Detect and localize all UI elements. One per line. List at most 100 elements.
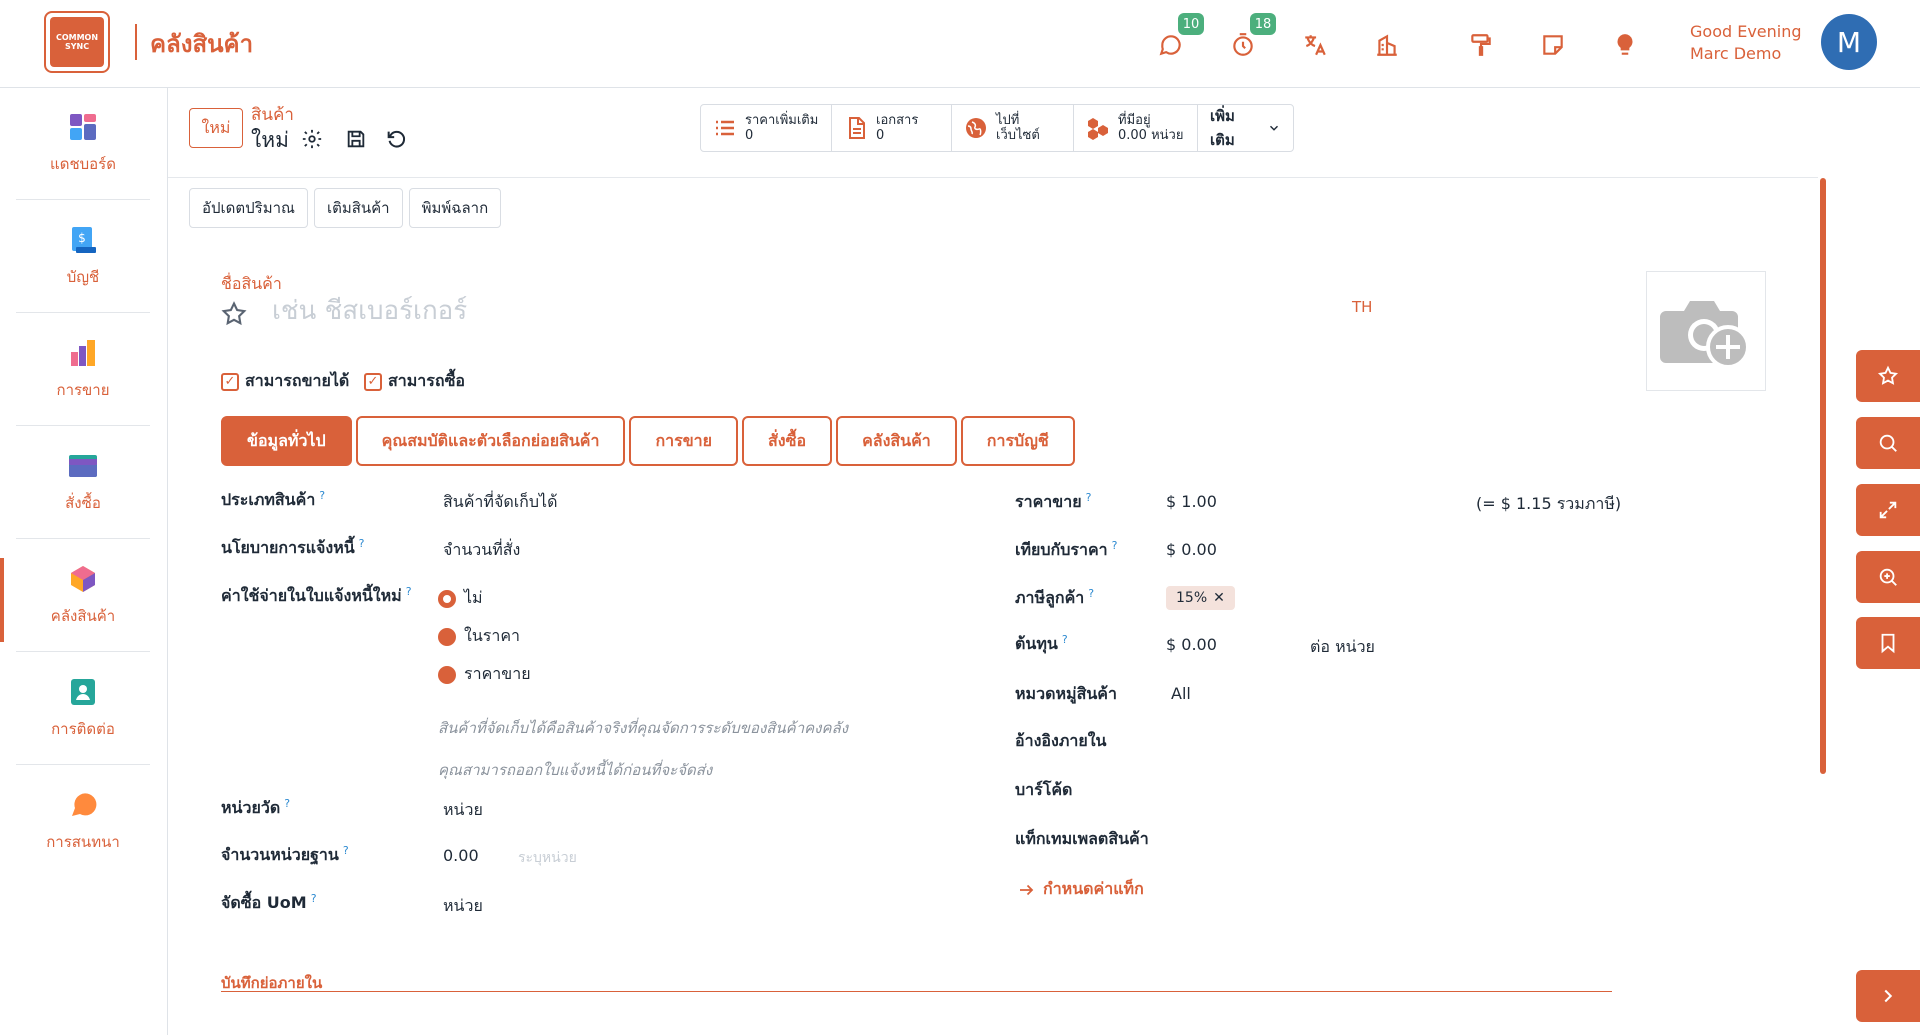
reinvoice-option-no[interactable]: ไม่ — [438, 586, 483, 611]
sidebar-item-label: คลังสินค้า — [50, 606, 116, 625]
tax-tag-label: 15% — [1176, 590, 1208, 606]
discard-undo-icon[interactable] — [385, 128, 407, 150]
base-units-input[interactable]: 0.00 — [443, 846, 479, 865]
product-name-input[interactable] — [272, 296, 1322, 326]
sidebar-item-label: การขาย — [56, 380, 110, 399]
checkbox-checked[interactable]: ✓ — [221, 372, 239, 391]
paint-roller-icon[interactable] — [1464, 28, 1498, 62]
greeting-line: Good Evening — [1690, 22, 1802, 41]
inventory-box-icon — [71, 565, 95, 592]
cost-unit-label: ต่อ หน่วย — [1310, 637, 1375, 656]
purchase-uom-label: จัดซื้อ UoM? — [221, 891, 317, 912]
gear-icon[interactable] — [301, 128, 323, 150]
sidebar-item-dashboard[interactable]: แดชบอร์ด — [16, 88, 150, 200]
discuss-bubble-icon — [72, 793, 97, 816]
document-icon — [849, 117, 865, 139]
cubes-icon — [1088, 118, 1108, 140]
tab-accounting[interactable]: การบัญชี — [960, 416, 1075, 466]
can-be-purchased-checkbox[interactable]: ✓ สามารถซื้อ — [364, 369, 465, 394]
tab-purchase[interactable]: สั่งซื้อ — [742, 416, 833, 466]
top-navbar: COMMON SYNC คลังสินค้า 10 18 Good Evenin… — [0, 0, 1920, 88]
can-be-sold-label: สามารถขายได้ — [245, 371, 350, 390]
sidebar-item-purchase[interactable]: สั่งซื้อ — [16, 427, 150, 539]
form-scrollbar[interactable] — [1820, 178, 1826, 774]
cost-input[interactable]: $ 0.00 — [1166, 635, 1217, 654]
documents-button[interactable]: เอกสาร 0 — [832, 105, 952, 151]
tab-inventory[interactable]: คลังสินค้า — [836, 416, 957, 466]
base-units-unit-placeholder[interactable]: ระบุหน่วย — [518, 847, 577, 869]
product-type-select[interactable]: สินค้าที่จัดเก็บได้ — [443, 490, 557, 515]
search-fab-button[interactable] — [1856, 417, 1920, 469]
bookmark-fab-button[interactable] — [1856, 617, 1920, 669]
tab-sales[interactable]: การขาย — [629, 416, 739, 466]
sidebar-item-discuss[interactable]: การสนทนา — [16, 766, 150, 878]
reinvoice-option-at-cost[interactable]: ในราคา — [438, 624, 520, 649]
product-image-upload[interactable] — [1646, 271, 1766, 391]
purchase-uom-select[interactable]: หน่วย — [443, 894, 483, 919]
extra-prices-button[interactable]: ราคาเพิ่มเติม 0 — [701, 105, 832, 151]
documents-label: เอกสาร — [876, 113, 919, 128]
company-building-icon[interactable] — [1370, 28, 1404, 62]
update-quantity-button[interactable]: อัปเดตปริมาณ — [189, 188, 308, 228]
configure-tags-label: กำหนดค่าแท็ก — [1043, 879, 1144, 898]
base-units-label: จำนวนหน่วยฐาน? — [221, 843, 349, 864]
lightbulb-icon[interactable] — [1608, 28, 1642, 62]
cost-label: ต้นทุน? — [1015, 632, 1068, 653]
chevron-right-icon — [1884, 989, 1893, 1003]
sidebar-item-inventory[interactable]: คลังสินค้า — [16, 540, 150, 652]
sidebar-item-label: บัญชี — [66, 267, 100, 286]
reinvoice-expenses-label: ค่าใช้จ่ายในใบแจ้งหนี้ใหม่? — [221, 584, 412, 605]
product-category-select[interactable]: All — [1171, 684, 1191, 703]
sticky-note-icon[interactable] — [1536, 28, 1570, 62]
translate-language-button[interactable]: TH — [1352, 298, 1372, 316]
compare-price-input[interactable]: $ 0.00 — [1166, 540, 1217, 559]
zoom-fab-button[interactable] — [1856, 551, 1920, 603]
app-logo[interactable]: COMMON SYNC — [44, 11, 110, 73]
configure-tags-link[interactable]: กำหนดค่าแท็ก — [1017, 877, 1144, 902]
star-icon — [1877, 365, 1899, 385]
new-record-button[interactable]: ใหม่ — [189, 108, 243, 148]
on-hand-value: 0.00 หน่วย — [1118, 128, 1184, 143]
sidebar-item-label: การติดต่อ — [51, 719, 115, 738]
sales-price-tax-included: (= $ 1.15 รวมภาษี) — [1476, 494, 1622, 513]
radio-button[interactable] — [438, 665, 456, 684]
more-dropdown-button[interactable]: เพิ่มเติม — [1198, 105, 1293, 151]
sales-price-input[interactable]: $ 1.00 — [1166, 492, 1217, 511]
radio-label: ราคาขาย — [464, 664, 531, 683]
website-line2: เว็บไซต์ — [996, 128, 1040, 143]
radio-selected[interactable] — [438, 589, 456, 608]
purchase-card-icon — [69, 454, 97, 477]
expand-panel-fab-button[interactable] — [1856, 970, 1920, 1022]
sidebar-item-sales[interactable]: การขาย — [16, 314, 150, 426]
app-title: คลังสินค้า — [150, 30, 254, 58]
invoice-policy-select[interactable]: จำนวนที่สั่ง — [443, 538, 520, 563]
star-favorite-icon[interactable] — [220, 300, 248, 328]
reinvoice-option-sales-price[interactable]: ราคาขาย — [438, 662, 531, 687]
checkbox-checked[interactable]: ✓ — [364, 372, 382, 391]
sidebar-item-accounting[interactable]: $ บัญชี — [16, 201, 150, 313]
fullscreen-fab-button[interactable] — [1856, 484, 1920, 536]
can-be-sold-checkbox[interactable]: ✓ สามารถขายได้ — [221, 369, 349, 394]
favorite-fab-button[interactable] — [1856, 350, 1920, 402]
camera-add-icon — [1660, 301, 1750, 369]
go-to-website-button[interactable]: ไปที่ เว็บไซต์ — [952, 105, 1074, 151]
user-avatar[interactable]: M — [1821, 14, 1877, 70]
print-labels-button[interactable]: พิมพ์ฉลาก — [408, 188, 502, 228]
tab-attributes-variants[interactable]: คุณสมบัติและตัวเลือกย่อยสินค้า — [355, 416, 626, 466]
sidebar-item-contacts[interactable]: การติดต่อ — [16, 653, 150, 765]
sidebar-item-label: การสนทนา — [46, 833, 120, 851]
sales-price-label: ราคาขาย? — [1015, 490, 1092, 511]
invoice-policy-label: นโยบายการแจ้งหนี้? — [221, 536, 365, 557]
on-hand-button[interactable]: ที่มีอยู่ 0.00 หน่วย — [1074, 105, 1198, 151]
tab-general-information[interactable]: ข้อมูลทั่วไป — [221, 416, 352, 466]
dashboard-icon — [70, 113, 96, 140]
save-icon[interactable] — [345, 128, 367, 150]
extra-prices-label: ราคาเพิ่มเติม — [745, 113, 819, 128]
uom-select[interactable]: หน่วย — [443, 798, 483, 823]
user-greeting[interactable]: Good Evening Marc Demo — [1690, 21, 1802, 65]
tag-remove-icon[interactable]: ✕ — [1213, 590, 1225, 606]
language-icon[interactable] — [1298, 28, 1332, 62]
replenish-button[interactable]: เติมสินค้า — [313, 188, 403, 228]
expand-icon — [1879, 501, 1897, 519]
radio-button[interactable] — [438, 627, 456, 646]
